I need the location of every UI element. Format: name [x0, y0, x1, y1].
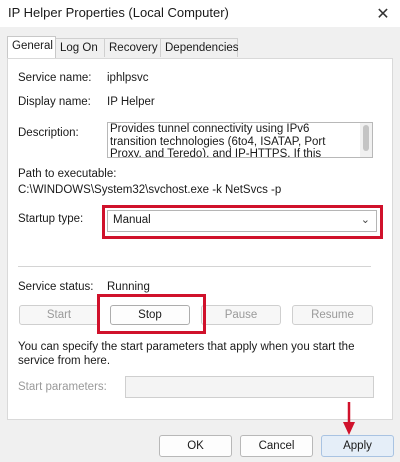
tab-recovery-label: Recovery [109, 42, 158, 54]
scrollbar-thumb[interactable] [363, 125, 369, 151]
tab-dependencies[interactable]: Dependencies [160, 38, 239, 57]
description-label: Description: [18, 127, 79, 139]
description-text: Provides tunnel connectivity using IPv6 … [110, 123, 326, 158]
red-arrow-icon [343, 402, 355, 435]
startup-type-select[interactable]: Manual ⌄ [107, 210, 377, 232]
apply-button[interactable]: Apply [321, 435, 394, 457]
description-scrollbar[interactable] [360, 123, 372, 157]
display-name-value: IP Helper [107, 96, 155, 108]
tab-recovery[interactable]: Recovery [104, 38, 161, 57]
divider [18, 266, 371, 267]
tab-log-on[interactable]: Log On [55, 38, 105, 57]
service-status-value: Running [107, 281, 150, 293]
tab-log-on-label: Log On [60, 42, 98, 54]
resume-button[interactable]: Resume [292, 305, 373, 325]
description-box[interactable]: Provides tunnel connectivity using IPv6 … [107, 122, 373, 158]
service-name-label: Service name: [18, 72, 92, 84]
startup-type-value: Manual [113, 214, 151, 226]
service-status-label: Service status: [18, 281, 94, 293]
stop-button[interactable]: Stop [110, 305, 190, 325]
cancel-button[interactable]: Cancel [240, 435, 313, 457]
service-name-value: iphlpsvc [107, 72, 149, 84]
path-label: Path to executable: [18, 168, 117, 180]
window-title: IP Helper Properties (Local Computer) [8, 5, 229, 20]
title-bar: IP Helper Properties (Local Computer) ✕ [0, 0, 400, 27]
pause-button[interactable]: Pause [201, 305, 281, 325]
start-parameters-input[interactable] [125, 376, 374, 398]
close-button[interactable]: ✕ [366, 0, 400, 27]
tab-general[interactable]: General [7, 36, 56, 58]
ok-button[interactable]: OK [159, 435, 232, 457]
tab-general-label: General [12, 40, 53, 52]
path-value: C:\WINDOWS\System32\svchost.exe -k NetSv… [18, 184, 282, 196]
start-button[interactable]: Start [19, 305, 99, 325]
display-name-label: Display name: [18, 96, 91, 108]
chevron-down-icon: ⌄ [360, 214, 370, 226]
tab-dependencies-label: Dependencies [165, 42, 239, 54]
info-text: You can specify the start parameters tha… [18, 341, 355, 367]
close-icon: ✕ [376, 5, 390, 23]
startup-type-label: Startup type: [18, 213, 84, 225]
start-parameters-label: Start parameters: [18, 381, 107, 393]
